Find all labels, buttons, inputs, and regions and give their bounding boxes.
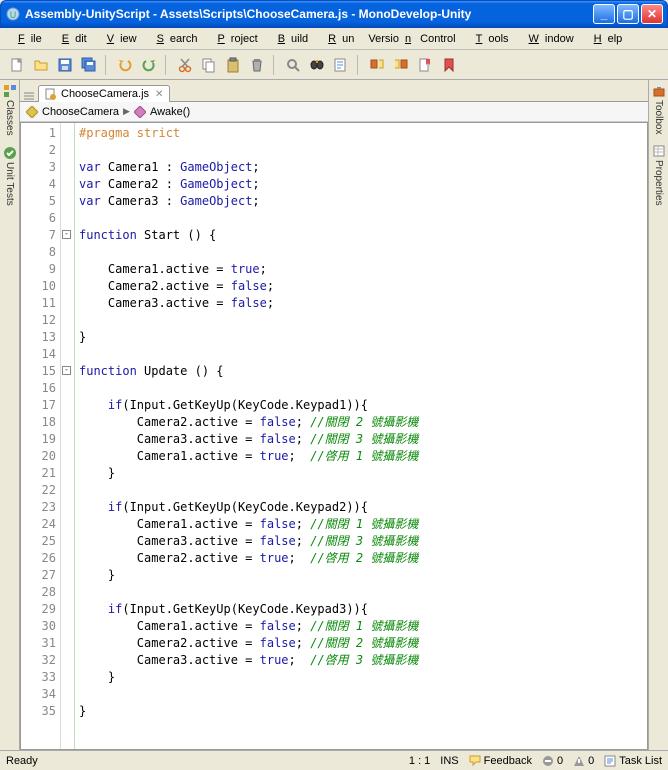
save-icon[interactable]	[54, 54, 76, 76]
menu-window[interactable]: Window	[517, 31, 580, 47]
status-text: Ready	[6, 755, 38, 767]
unit-tests-panel-tab[interactable]: Unit Tests	[3, 146, 17, 206]
menubar: FileEditViewSearchProjectBuildRunVersion…	[0, 28, 668, 50]
line-gutter: 1234567891011121314151617181920212223242…	[21, 123, 61, 749]
maximize-button[interactable]: ▢	[617, 4, 639, 24]
warning-icon	[573, 755, 585, 767]
nav-fwd-icon[interactable]	[390, 54, 412, 76]
menu-project[interactable]: Project	[205, 31, 263, 47]
menu-tools[interactable]: Tools	[464, 31, 515, 47]
unit-tests-icon	[3, 146, 17, 160]
feedback-button[interactable]: Feedback	[469, 755, 532, 767]
code-body[interactable]: #pragma strictvar Camera1 : GameObject;v…	[75, 123, 647, 749]
menu-build[interactable]: Build	[266, 31, 314, 47]
error-icon	[542, 755, 554, 767]
app-icon: U	[5, 6, 21, 22]
menu-help[interactable]: Help	[582, 31, 629, 47]
bookmark-toggle-icon[interactable]	[414, 54, 436, 76]
toolbox-icon	[652, 84, 666, 98]
breadcrumb: ChooseCamera ▶ Awake()	[20, 102, 648, 122]
nav-back-icon[interactable]	[366, 54, 388, 76]
left-sidebar: Classes Unit Tests	[0, 80, 20, 750]
save-all-icon[interactable]	[78, 54, 100, 76]
insert-mode: INS	[440, 755, 458, 767]
new-file-icon[interactable]	[6, 54, 28, 76]
zoom-icon[interactable]	[282, 54, 304, 76]
properties-panel-tab[interactable]: Properties	[652, 144, 666, 206]
toolbox-panel-tab[interactable]: Toolbox	[652, 84, 666, 134]
tab-close-icon[interactable]: ✕	[155, 89, 163, 100]
svg-text:U: U	[10, 10, 17, 20]
tab-list-icon[interactable]	[24, 91, 38, 101]
redo-icon[interactable]	[138, 54, 160, 76]
classes-icon	[3, 84, 17, 98]
statusbar: Ready 1 : 1 INS Feedback 0 0 Task List	[0, 750, 668, 770]
properties-icon	[652, 144, 666, 158]
tasklist-icon	[604, 755, 616, 767]
window-title: Assembly-UnityScript - Assets\Scripts\Ch…	[25, 7, 593, 21]
file-icon	[45, 88, 57, 100]
menu-edit[interactable]: Edit	[50, 31, 93, 47]
menu-run[interactable]: Run	[316, 31, 360, 47]
method-icon	[134, 106, 146, 118]
code-editor[interactable]: 1234567891011121314151617181920212223242…	[20, 122, 648, 750]
find-icon[interactable]	[306, 54, 328, 76]
classes-panel-tab[interactable]: Classes	[3, 84, 17, 136]
bookmark-icon[interactable]	[438, 54, 460, 76]
menu-file[interactable]: File	[6, 31, 48, 47]
cursor-position: 1 : 1	[409, 755, 430, 767]
undo-icon[interactable]	[114, 54, 136, 76]
tab-bar: ChooseCamera.js ✕	[20, 80, 648, 102]
copy-icon[interactable]	[198, 54, 220, 76]
menu-version-control[interactable]: Version Control	[362, 31, 461, 47]
right-sidebar: Toolbox Properties	[648, 80, 668, 750]
close-button[interactable]: ✕	[641, 4, 663, 24]
menu-search[interactable]: Search	[145, 31, 204, 47]
task-list-button[interactable]: Task List	[604, 755, 662, 767]
breadcrumb-method[interactable]: Awake()	[150, 106, 190, 118]
delete-icon[interactable]	[246, 54, 268, 76]
breadcrumb-class[interactable]: ChooseCamera	[42, 106, 119, 118]
class-icon	[26, 106, 38, 118]
replace-icon[interactable]	[330, 54, 352, 76]
minimize-button[interactable]: _	[593, 4, 615, 24]
open-folder-icon[interactable]	[30, 54, 52, 76]
titlebar: U Assembly-UnityScript - Assets\Scripts\…	[0, 0, 668, 28]
error-count[interactable]: 0	[542, 755, 563, 767]
tab-label: ChooseCamera.js	[61, 88, 149, 100]
paste-icon[interactable]	[222, 54, 244, 76]
menu-view[interactable]: View	[95, 31, 143, 47]
cut-icon[interactable]	[174, 54, 196, 76]
file-tab[interactable]: ChooseCamera.js ✕	[38, 85, 170, 102]
warning-count[interactable]: 0	[573, 755, 594, 767]
fold-column[interactable]: --	[61, 123, 75, 749]
feedback-icon	[469, 755, 481, 767]
toolbar	[0, 50, 668, 80]
chevron-right-icon: ▶	[123, 106, 130, 117]
